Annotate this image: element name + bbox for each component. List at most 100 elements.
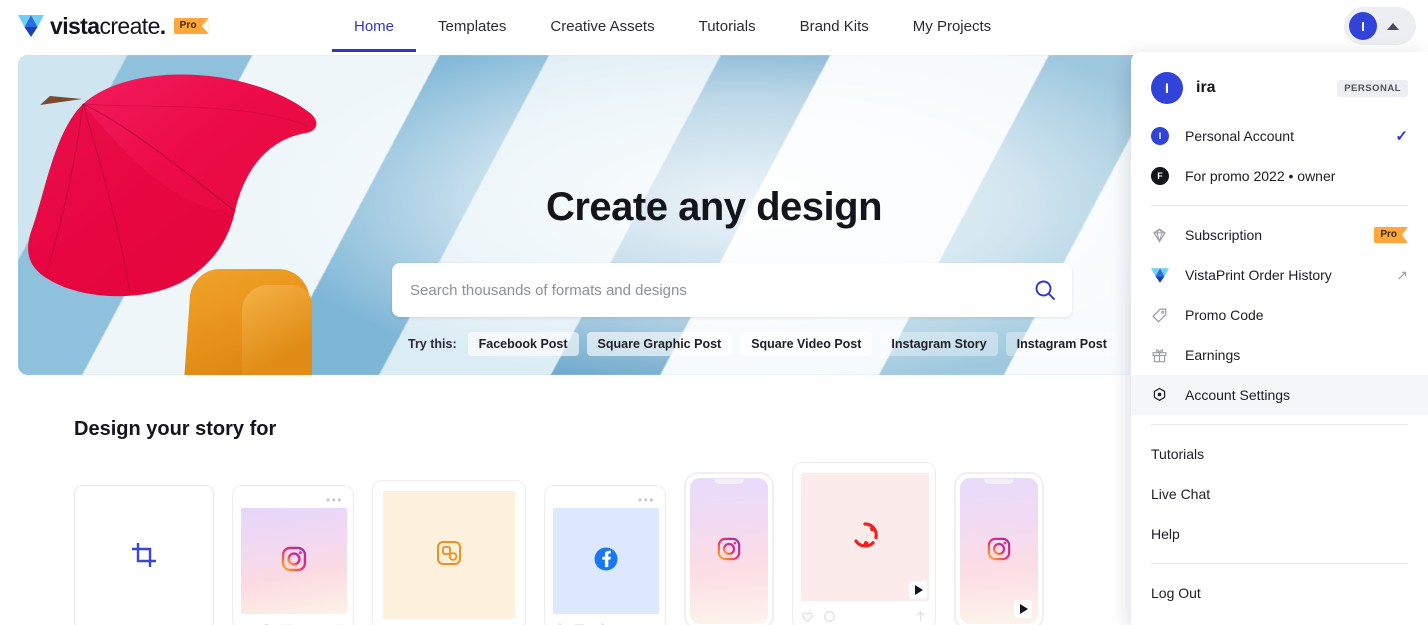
avatar: I xyxy=(1349,12,1377,40)
chip-instagram-post[interactable]: Instagram Post xyxy=(1005,332,1118,356)
instagram-post-card[interactable]: ••• xyxy=(232,485,354,625)
card-preview xyxy=(383,491,515,619)
card-preview xyxy=(690,478,768,624)
card-action-row xyxy=(241,621,345,625)
pro-badge: Pro xyxy=(1374,227,1408,243)
bookmark-icon xyxy=(335,621,345,625)
mini-avatar: I xyxy=(1151,127,1169,145)
dropdown-item-vistaprint-order-history[interactable]: VistaPrint Order History ↗ xyxy=(1131,255,1428,295)
dropdown-item-label: Help xyxy=(1151,526,1180,542)
dropdown-item-label: Log Out xyxy=(1151,585,1201,601)
diamond-icon xyxy=(1151,227,1175,244)
tag-icon xyxy=(1151,307,1175,324)
card-preview xyxy=(960,478,1038,624)
gift-icon xyxy=(1151,347,1175,364)
instagram-story-card[interactable] xyxy=(684,472,774,625)
comment-icon xyxy=(261,621,272,625)
pinterest-video-card[interactable] xyxy=(792,462,936,625)
dropdown-link-help[interactable]: Help xyxy=(1131,514,1428,554)
account-name: ira xyxy=(1196,79,1216,96)
external-link-icon: ↗ xyxy=(1396,266,1408,283)
share-icon xyxy=(280,621,292,625)
dropdown-item-label: Live Chat xyxy=(1151,486,1211,502)
dropdown-link-tutorials[interactable]: Tutorials xyxy=(1131,434,1428,474)
caret-up-icon xyxy=(1387,22,1399,30)
page-section-title: Design your story for xyxy=(74,418,277,440)
play-icon xyxy=(1014,600,1032,618)
chip-square-graphic-post[interactable]: Square Graphic Post xyxy=(586,332,733,356)
account-menu-button[interactable]: I xyxy=(1344,7,1416,45)
dropdown-item-label: Promo Code xyxy=(1185,307,1264,323)
team-account-avatar-icon: F xyxy=(1151,167,1175,185)
instagram-icon xyxy=(281,546,307,577)
pro-badge: Pro xyxy=(173,18,209,34)
dropdown-item-label: Tutorials xyxy=(1151,446,1205,462)
dropdown-link-live-chat[interactable]: Live Chat xyxy=(1131,474,1428,514)
card-preview xyxy=(241,508,347,614)
heart-icon xyxy=(241,621,252,625)
dropdown-link-log-out[interactable]: Log Out xyxy=(1131,573,1428,613)
card-action-row xyxy=(801,610,927,625)
upload-icon xyxy=(914,610,927,625)
brand-logo[interactable]: vistacreate. Pro xyxy=(18,12,209,40)
dropdown-item-label: VistaPrint Order History xyxy=(1185,267,1332,283)
divider xyxy=(1151,563,1408,564)
dropdown-item-for-promo-2022[interactable]: F For promo 2022 • owner xyxy=(1131,156,1428,196)
facebook-post-card[interactable]: ••• xyxy=(544,485,666,625)
play-triangle xyxy=(1020,604,1028,614)
account-dropdown-menu: I ira PERSONAL I Personal Account ✓ F Fo… xyxy=(1131,52,1428,625)
try-this-label: Try this: xyxy=(408,337,457,351)
vistacreate-v-logo-icon xyxy=(18,14,44,38)
graphic-card[interactable] xyxy=(372,480,526,625)
search-icon[interactable] xyxy=(1018,263,1072,317)
dropdown-item-label: For promo 2022 • owner xyxy=(1185,168,1336,184)
search-input[interactable] xyxy=(392,281,1018,299)
nav-item-tutorials[interactable]: Tutorials xyxy=(677,0,778,52)
custom-size-card[interactable] xyxy=(74,485,214,625)
settings-target-icon xyxy=(1151,387,1175,404)
chip-facebook-post[interactable]: Facebook Post xyxy=(467,332,579,356)
more-options-icon[interactable]: ••• xyxy=(326,494,343,506)
top-header: vistacreate. Pro Home Templates Creative… xyxy=(0,0,1428,52)
comment-icon xyxy=(823,610,836,625)
nav-item-my-projects[interactable]: My Projects xyxy=(891,0,1013,52)
dropdown-item-label: Account Settings xyxy=(1185,387,1291,403)
dropdown-account-header: I ira PERSONAL xyxy=(1131,58,1428,116)
nav-label: Tutorials xyxy=(698,17,756,35)
main-nav: Home Templates Creative Assets Tutorials… xyxy=(332,0,1013,52)
divider xyxy=(1151,205,1408,206)
brand-name: vistacreate. xyxy=(50,12,166,39)
vistaprint-logo-icon xyxy=(1151,267,1175,284)
nav-item-brand-kits[interactable]: Brand Kits xyxy=(778,0,891,52)
nav-label: My Projects xyxy=(912,17,992,35)
hero-search-box[interactable] xyxy=(392,263,1072,317)
nav-label: Home xyxy=(354,17,395,35)
divider xyxy=(1151,424,1408,425)
dropdown-item-subscription[interactable]: Subscription Pro xyxy=(1131,215,1428,255)
comment-icon xyxy=(574,621,585,625)
dropdown-item-account-settings[interactable]: Account Settings xyxy=(1131,375,1428,415)
phone-notch xyxy=(984,479,1014,484)
instagram-icon xyxy=(987,537,1011,566)
nav-item-home[interactable]: Home xyxy=(332,0,417,52)
play-triangle xyxy=(915,585,923,595)
instagram-story-video-card[interactable] xyxy=(954,472,1044,625)
status-badge: PERSONAL xyxy=(1337,79,1408,97)
nav-item-templates[interactable]: Templates xyxy=(416,0,528,52)
try-this-row: Try this: Facebook Post Square Graphic P… xyxy=(408,332,1118,356)
chip-instagram-story[interactable]: Instagram Story xyxy=(880,332,998,356)
shapes-icon xyxy=(436,540,462,571)
dropdown-item-promo-code[interactable]: Promo Code xyxy=(1131,295,1428,335)
mini-avatar: F xyxy=(1151,167,1169,185)
dropdown-item-label: Subscription xyxy=(1185,227,1263,243)
more-options-icon[interactable]: ••• xyxy=(638,494,655,506)
card-action-row xyxy=(553,621,657,625)
chip-square-video-post[interactable]: Square Video Post xyxy=(740,332,873,356)
dropdown-item-personal-account[interactable]: I Personal Account ✓ xyxy=(1131,116,1428,156)
dropdown-item-label: Personal Account xyxy=(1185,128,1294,144)
dropdown-item-earnings[interactable]: Earnings xyxy=(1131,335,1428,375)
pinterest-icon xyxy=(850,520,880,555)
template-cards-row: ••• ••• xyxy=(74,462,1044,625)
nav-item-creative-assets[interactable]: Creative Assets xyxy=(528,0,676,52)
nav-label: Brand Kits xyxy=(799,17,869,35)
